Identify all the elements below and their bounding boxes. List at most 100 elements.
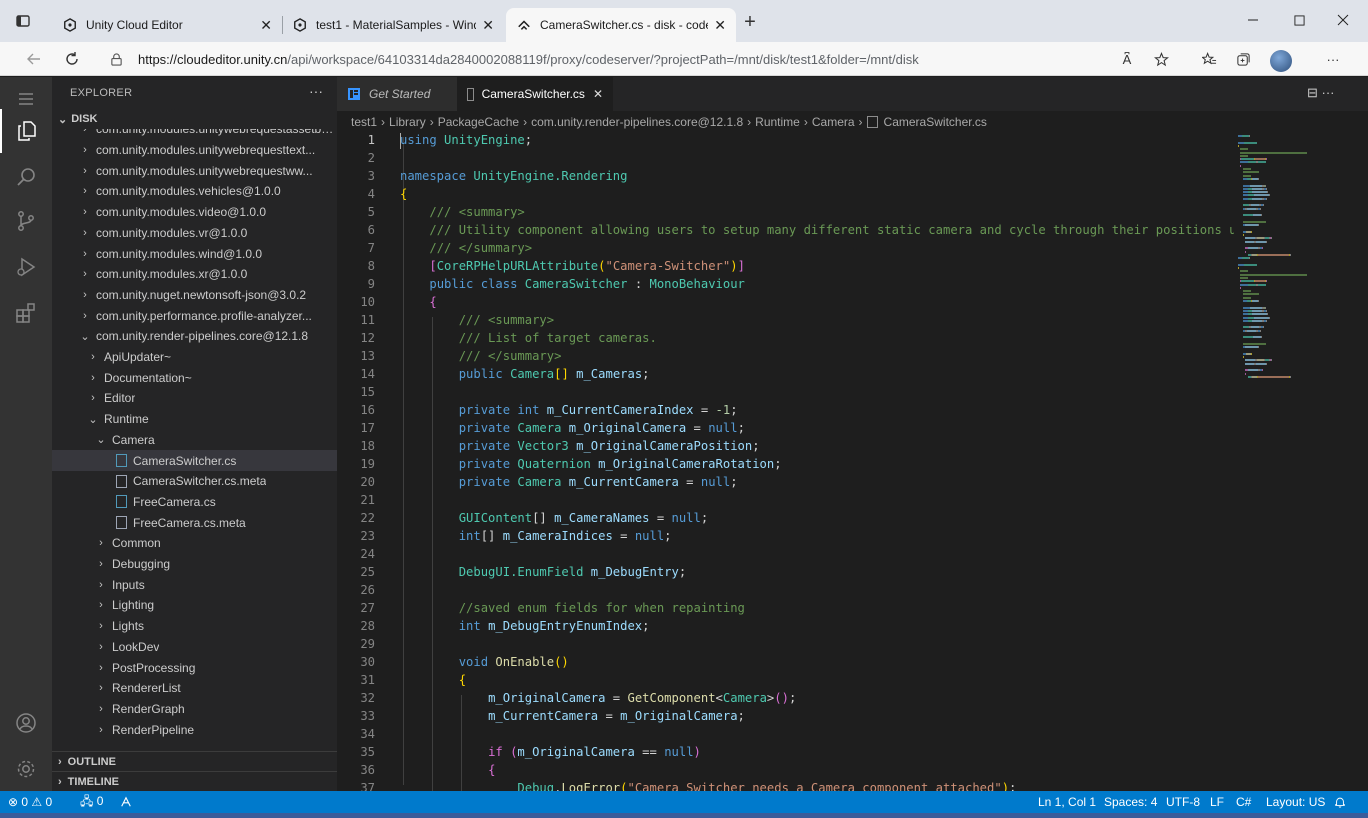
code-line: 13 /// </summary> (337, 347, 1234, 365)
tree-folder-item[interactable]: › com.unity.modules.video@1.0.0 (52, 202, 337, 223)
breadcrumb-item[interactable]: CameraSwitcher.cs (884, 115, 987, 129)
run-debug-icon[interactable] (0, 245, 52, 289)
close-tab-icon[interactable]: ✕ (482, 17, 494, 34)
tree-folder-item[interactable]: › RenderGraph (52, 699, 337, 720)
breadcrumb-item[interactable]: test1 (351, 115, 377, 129)
tab-cameraswitcher[interactable]: CameraSwitcher.cs ✕ (457, 77, 613, 111)
tree-folder-item[interactable]: › Documentation~ (52, 367, 337, 388)
tree-folder-item[interactable]: › LookDev (52, 637, 337, 658)
tree-folder-item[interactable]: › com.unity.modules.xr@1.0.0 (52, 264, 337, 285)
explorer-icon[interactable] (0, 109, 52, 153)
editor-actions[interactable]: ⊟ ··· (1307, 85, 1335, 101)
back-button[interactable] (22, 48, 46, 70)
tree-folder-item[interactable]: › com.unity.modules.unitywebrequestassetb… (52, 129, 337, 140)
code-text: //saved enum fields for when repainting (400, 601, 745, 615)
breadcrumb-item[interactable]: Library (389, 115, 426, 129)
account-icon[interactable] (0, 701, 52, 745)
source-control-icon[interactable] (0, 199, 52, 243)
code-token: ) (693, 745, 701, 759)
new-tab-button[interactable]: + (738, 10, 762, 34)
indentation-status[interactable]: Spaces: 4 (1104, 791, 1157, 813)
tree-folder-item[interactable]: › com.unity.modules.unitywebrequestww... (52, 160, 337, 181)
notifications-bell-icon[interactable] (1334, 791, 1346, 813)
browser-tab-materialsamples[interactable]: test1 - MaterialSamples - Window ✕ (282, 8, 504, 42)
sidebar-more-actions[interactable]: ··· (309, 83, 323, 99)
browser-tab-unity-cloud-editor[interactable]: Unity Cloud Editor ✕ (52, 8, 282, 42)
tree-folder-item[interactable]: › com.unity.modules.unitywebrequesttext..… (52, 140, 337, 161)
ports-status[interactable]: 🖧 0 (80, 791, 103, 813)
cursor-position-status[interactable]: Ln 1, Col 1 (1038, 791, 1096, 813)
maximize-button[interactable] (1276, 6, 1322, 34)
tree-file-item[interactable]: FreeCamera.cs (52, 492, 337, 513)
tree-folder-item[interactable]: › RenderPipeline (52, 719, 337, 740)
tree-folder-item[interactable]: › Lights (52, 616, 337, 637)
keyboard-layout-status[interactable]: Layout: US (1266, 791, 1325, 813)
line-number: 35 (360, 745, 375, 759)
code-text: m_OriginalCamera = GetComponent<Camera>(… (400, 691, 796, 705)
tree-folder-item[interactable]: ⌄ Camera (52, 430, 337, 451)
tree-file-item[interactable]: CameraSwitcher.cs (52, 450, 337, 471)
outline-section-header[interactable]: › OUTLINE (52, 751, 337, 771)
favorites-icon[interactable] (1198, 49, 1220, 69)
workspace-folder-header[interactable]: ⌄ DISK (52, 109, 337, 129)
refresh-button[interactable] (60, 48, 84, 70)
tab-get-started[interactable]: Get Started (337, 77, 457, 111)
close-window-button[interactable] (1320, 6, 1366, 34)
code-token: () (554, 655, 569, 669)
breadcrumb-item[interactable]: Runtime (755, 115, 800, 129)
tree-folder-item[interactable]: › com.unity.performance.profile-analyzer.… (52, 305, 337, 326)
minimize-button[interactable] (1230, 6, 1276, 34)
tree-folder-item[interactable]: › ApiUpdater~ (52, 347, 337, 368)
tree-folder-item[interactable]: › com.unity.nuget.newtonsoft-json@3.0.2 (52, 285, 337, 306)
breadcrumb-item[interactable]: com.unity.render-pipelines.core@12.1.8 (531, 115, 743, 129)
tree-folder-item[interactable]: › RendererList (52, 678, 337, 699)
close-tab-icon[interactable]: ✕ (714, 17, 726, 34)
tree-folder-item[interactable]: › Debugging (52, 554, 337, 575)
tree-folder-item[interactable]: › Editor (52, 388, 337, 409)
extensions-icon[interactable] (0, 291, 52, 335)
read-aloud-icon[interactable]: A͆ (1116, 49, 1138, 69)
tab-actions-icon[interactable] (12, 10, 34, 32)
tree-folder-item[interactable]: › com.unity.modules.wind@1.0.0 (52, 243, 337, 264)
timeline-section-header[interactable]: › TIMELINE (52, 771, 337, 791)
tree-folder-item[interactable]: › Common (52, 533, 337, 554)
code-line: 23 int[] m_CameraIndices = null; (337, 527, 1234, 545)
eol-status[interactable]: LF (1210, 791, 1224, 813)
tree-folder-item[interactable]: › Inputs (52, 574, 337, 595)
tree-file-item[interactable]: CameraSwitcher.cs.meta (52, 471, 337, 492)
code-text: { (400, 763, 495, 777)
live-share-icon[interactable] (120, 791, 132, 813)
close-tab-icon[interactable]: ✕ (260, 17, 272, 34)
add-favorite-icon[interactable] (1150, 49, 1172, 69)
tree-folder-item[interactable]: ⌄ com.unity.render-pipelines.core@12.1.8 (52, 326, 337, 347)
tree-folder-item[interactable]: › com.unity.modules.vehicles@1.0.0 (52, 181, 337, 202)
browser-tab-cameraswitcher[interactable]: CameraSwitcher.cs - disk - code- ✕ (506, 8, 736, 42)
chevron-right-icon: › (58, 755, 62, 768)
tree-item-label: Lighting (112, 598, 155, 613)
search-icon[interactable] (0, 155, 52, 199)
minimap-stroke (1256, 362, 1266, 365)
tree-file-item[interactable]: FreeCamera.cs.meta (52, 512, 337, 533)
code-token: ; (664, 529, 672, 543)
problems-status[interactable]: ⊗ 0 ⚠ 0 (8, 791, 52, 813)
code-token: m_OriginalCamera (561, 421, 687, 435)
tree-folder-item[interactable]: › com.unity.modules.vr@1.0.0 (52, 223, 337, 244)
code-token: m_CameraNames (554, 511, 650, 525)
tree-folder-item[interactable]: › PostProcessing (52, 657, 337, 678)
url-field[interactable]: https://cloudeditor.unity.cn/api/workspa… (110, 46, 1164, 72)
line-number: 11 (360, 313, 375, 327)
breadcrumb-item[interactable]: Camera (812, 115, 855, 129)
tree-folder-item[interactable]: › Lighting (52, 595, 337, 616)
settings-gear-icon[interactable] (0, 747, 52, 791)
collections-icon[interactable] (1232, 49, 1254, 69)
code-editor[interactable]: 1 using UnityEngine; 2 3 namespace UnityEngi… (337, 133, 1234, 791)
code-line: 34 (337, 725, 1234, 743)
language-mode-status[interactable]: C# (1236, 791, 1251, 813)
profile-avatar[interactable] (1270, 50, 1292, 72)
tree-folder-item[interactable]: ⌄ Runtime (52, 409, 337, 430)
minimap[interactable] (1234, 133, 1368, 791)
close-tab-icon[interactable]: ✕ (593, 87, 603, 101)
browser-menu-button[interactable]: ··· (1322, 49, 1344, 69)
encoding-status[interactable]: UTF-8 (1166, 791, 1200, 813)
breadcrumb-item[interactable]: PackageCache (438, 115, 519, 129)
